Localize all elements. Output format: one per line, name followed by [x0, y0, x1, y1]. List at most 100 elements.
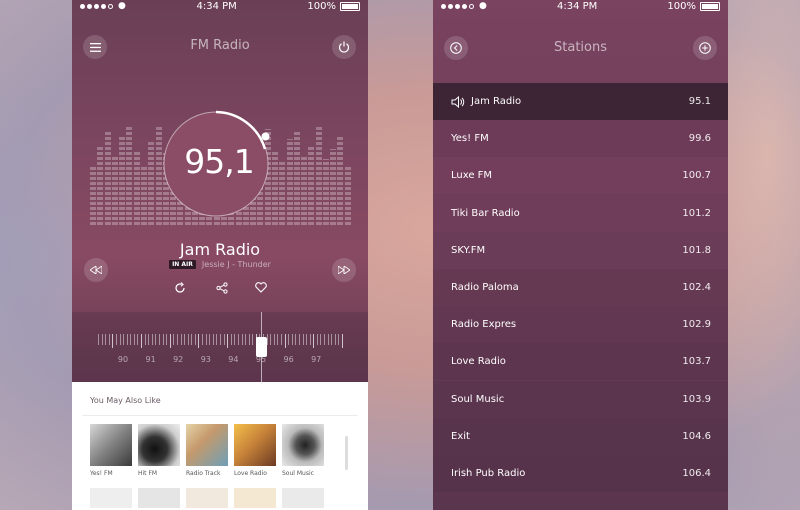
add-station-button[interactable]: [693, 36, 717, 60]
tuner-slider-handle[interactable]: [256, 337, 267, 357]
equalizer-bar: [330, 149, 337, 225]
suggestion-card[interactable]: Love Radio: [234, 424, 276, 477]
suggestions-heading: You May Also Like: [90, 396, 161, 405]
tuner-label: 93: [200, 355, 211, 364]
tuner-tick: [123, 334, 125, 345]
station-label: Love Radio: [451, 356, 506, 368]
tuner-tick: [295, 334, 297, 345]
tuner-tick: [230, 334, 232, 345]
station-frequency: 102.9: [682, 319, 711, 331]
tuner-tick: [126, 334, 128, 345]
station-frequency: 102.4: [682, 282, 711, 293]
tuner-label: 91: [145, 355, 156, 364]
favorite-button[interactable]: [253, 282, 269, 296]
tuner-tick: [194, 334, 196, 345]
tuner-tick: [162, 334, 164, 345]
wifi-icon: ●: [118, 1, 126, 11]
tuner-tick: [223, 334, 225, 345]
station-label: SKY.FM: [451, 244, 486, 256]
station-frequency: 95.1: [688, 96, 711, 107]
status-time: 4:34 PM: [556, 0, 598, 12]
equalizer-bar: [133, 150, 140, 225]
station-frequency: 100.7: [682, 170, 711, 182]
album-art: [282, 488, 324, 508]
station-row[interactable]: Radio Expres 102.9: [433, 306, 728, 344]
tuner-tick: [338, 334, 340, 345]
station-row[interactable]: Irish Pub Radio 106.4: [433, 455, 728, 492]
tuner-label: 90: [117, 355, 129, 364]
station-row[interactable]: Luxe FM 100.7: [433, 157, 728, 195]
equalizer-bar: [293, 131, 300, 225]
suggestion-card[interactable]: Yes! FM: [90, 424, 132, 477]
tuner-tick: [212, 334, 214, 345]
tuner-tick: [108, 334, 110, 345]
battery-percent: 100%: [667, 0, 696, 12]
tuner-tick: [241, 334, 243, 345]
tuner-tick: [309, 334, 311, 345]
on-air-badge: IN AIR: [169, 260, 196, 269]
station-name-wrap: Tiki Bar Radio: [451, 208, 520, 219]
tuner-label: 96: [283, 355, 294, 364]
repeat-icon: [175, 282, 185, 293]
suggestion-label: Soul Music: [282, 470, 314, 477]
station-frequency: 101.2: [682, 207, 711, 219]
equalizer-bar: [97, 145, 104, 225]
station-label: Yes! FM: [451, 133, 489, 145]
tuner-tick: [324, 334, 326, 345]
suggestion-card[interactable]: Soul Music: [282, 424, 324, 477]
repeat-button[interactable]: [172, 282, 188, 297]
station-frequency: 101.8: [682, 244, 711, 256]
signal-strength: ●: [441, 1, 487, 11]
album-art: [90, 488, 132, 508]
signal-dots-icon: [441, 3, 474, 9]
tuner-tick: [180, 334, 182, 345]
station-row[interactable]: Love Radio 103.7: [433, 343, 728, 381]
station-name-wrap: Soul Music: [451, 394, 504, 405]
station-row[interactable]: Exit 104.6: [433, 417, 728, 455]
next-button[interactable]: [332, 258, 356, 282]
plus-icon: [699, 42, 711, 54]
tuner-tick: [316, 334, 318, 345]
tuner-tick: [220, 334, 221, 345]
station-label: Radio Expres: [451, 319, 517, 331]
suggestion-card[interactable]: Hit FM: [138, 424, 180, 477]
equalizer-bar: [111, 155, 118, 225]
share-button[interactable]: [214, 282, 230, 297]
tuner-label: 94: [228, 355, 239, 364]
station-row[interactable]: SKY.FM 101.8: [433, 231, 728, 269]
tuner-tick: [298, 334, 300, 345]
tuner-tick: [184, 334, 186, 345]
signal-strength: ●: [80, 1, 126, 11]
track-info: Jessie J - Thunder: [201, 260, 271, 269]
tuner-tick: [155, 334, 157, 345]
power-button[interactable]: [332, 35, 356, 59]
station-row[interactable]: Radio Paloma 102.4: [433, 269, 728, 306]
heart-icon: [255, 282, 267, 293]
tuner-tick: [98, 334, 99, 345]
battery-icon: [700, 1, 720, 11]
tuner-tick: [273, 334, 275, 345]
tuner-tick: [281, 334, 282, 345]
tuner-tick: [284, 334, 286, 348]
scrollbar[interactable]: [345, 436, 348, 470]
station-frequency: 103.7: [682, 356, 711, 368]
station-label: Soul Music: [451, 393, 505, 405]
frequency-tuner[interactable]: 9091929394959697: [72, 312, 368, 382]
station-row[interactable]: Tiki Bar Radio 101.2: [433, 194, 728, 232]
tuner-tick: [270, 334, 272, 345]
suggestion-label: Hit FM: [138, 470, 158, 477]
speaker-icon: [451, 95, 465, 108]
tuner-tick: [148, 334, 150, 345]
station-row[interactable]: Soul Music 103.9: [433, 380, 728, 418]
status-time: 4:34 PM: [196, 0, 237, 12]
station-row[interactable]: Jam Radio 95.1: [433, 83, 728, 120]
equalizer-bar: [90, 165, 96, 225]
tuner-tick: [291, 334, 293, 345]
station-row[interactable]: Yes! FM 99.6: [433, 120, 728, 158]
tuner-label: 92: [173, 355, 184, 364]
tuner-tick: [144, 334, 146, 345]
tuner-tick: [169, 334, 171, 348]
station-name-wrap: Irish Pub Radio: [451, 468, 525, 479]
equalizer-bar: [301, 155, 308, 225]
suggestion-card[interactable]: Radio Track: [186, 424, 228, 477]
